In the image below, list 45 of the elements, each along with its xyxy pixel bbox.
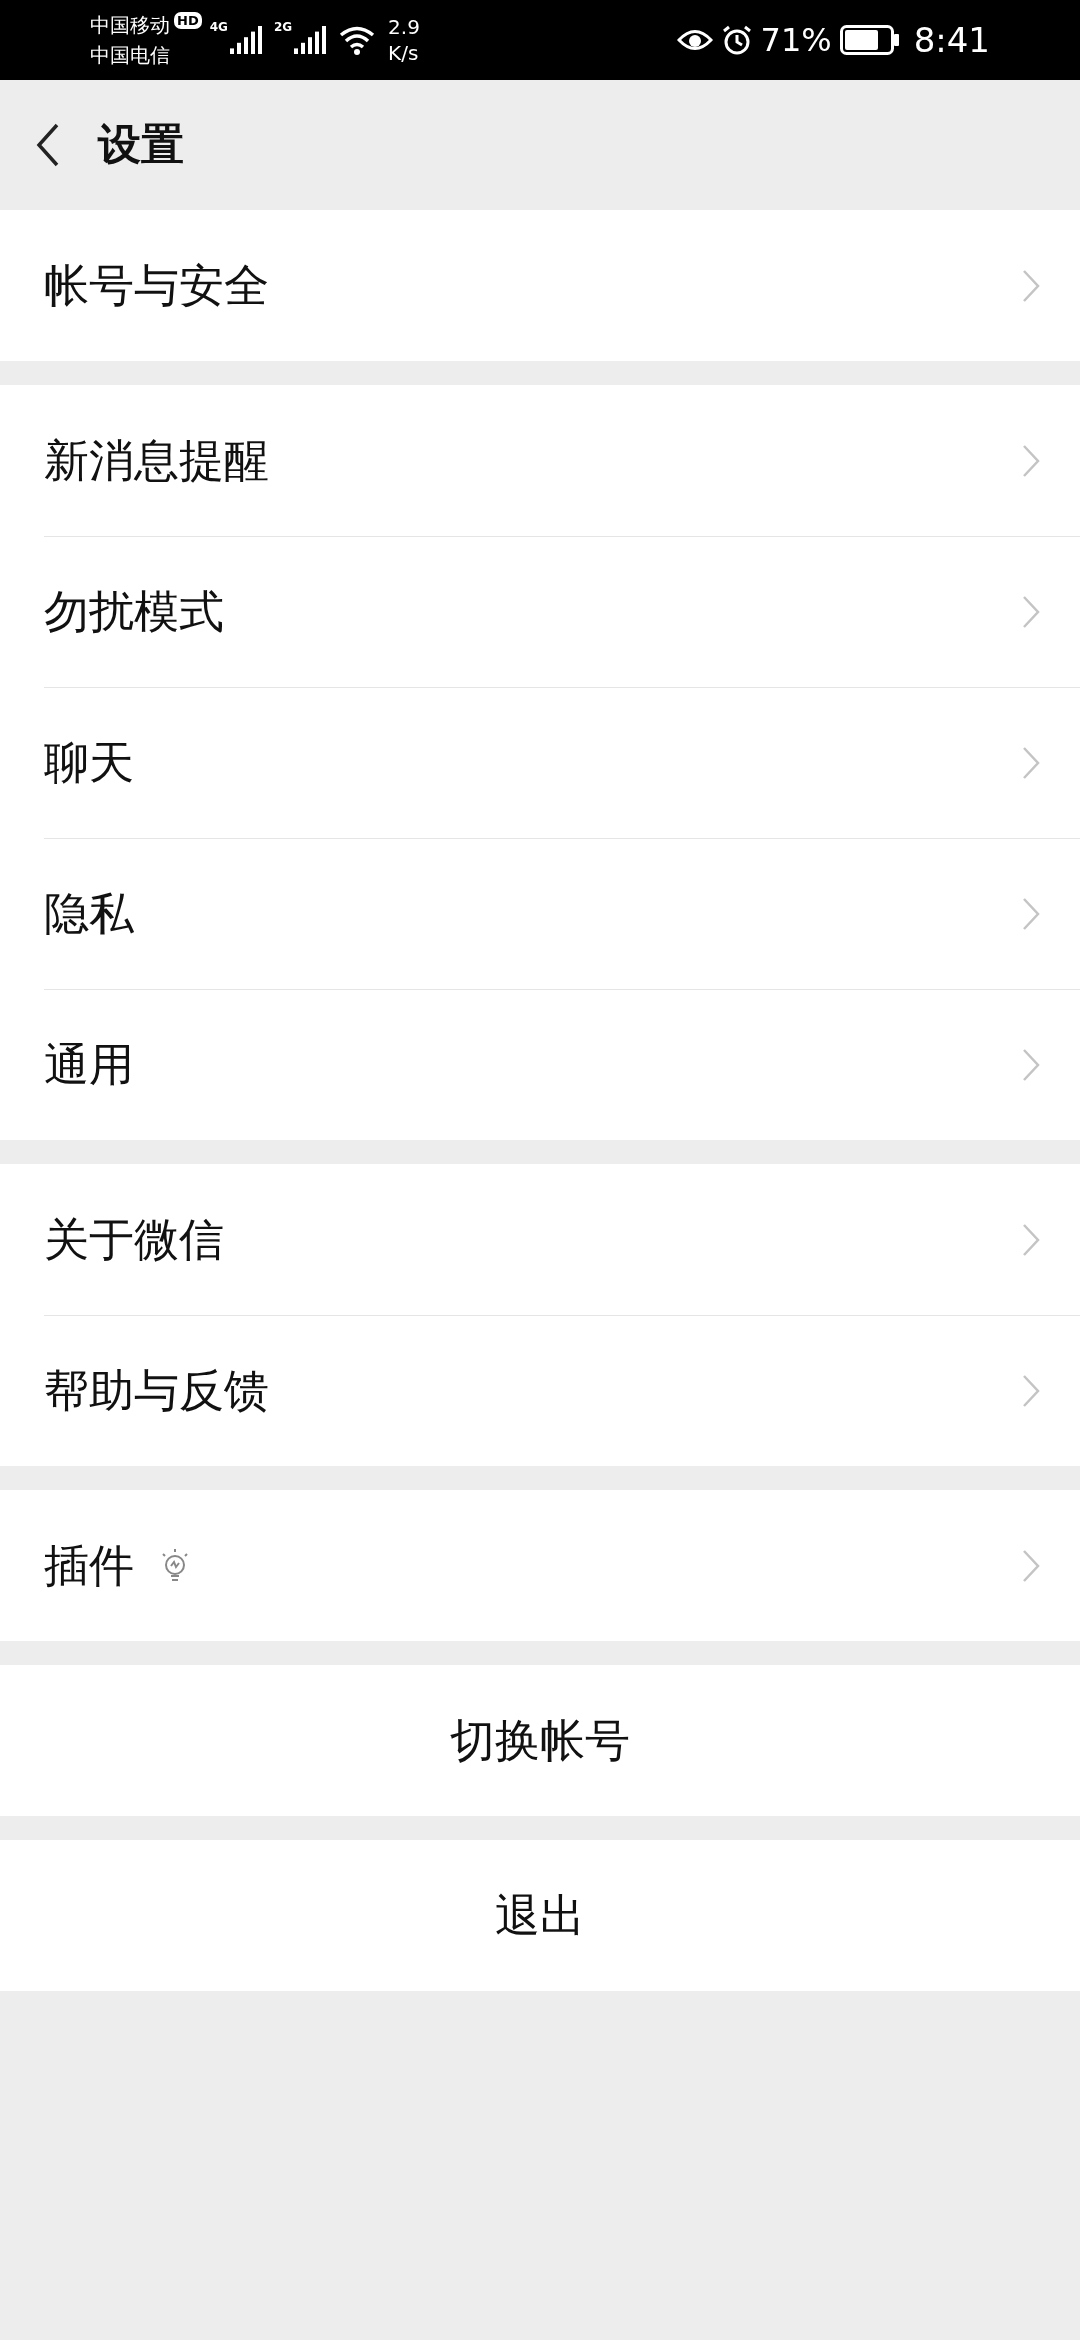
speed-value: 2.9 xyxy=(388,14,420,40)
chevron-right-icon xyxy=(1022,443,1040,478)
battery-icon xyxy=(839,25,900,55)
settings-item[interactable]: 新消息提醒 xyxy=(0,385,1080,536)
chevron-right-icon xyxy=(1022,1047,1040,1082)
chevron-right-icon xyxy=(1022,896,1040,931)
carrier-name: 中国移动 xyxy=(90,12,170,39)
hd-badge: HD xyxy=(174,12,202,29)
item-label: 聊天 xyxy=(44,734,134,791)
chevron-right-icon xyxy=(1022,268,1040,303)
page-title: 设置 xyxy=(98,118,184,171)
settings-item[interactable]: 通用 xyxy=(0,989,1080,1140)
settings-item[interactable]: 关于微信 xyxy=(0,1164,1080,1315)
back-icon[interactable] xyxy=(36,123,60,167)
settings-item[interactable]: 帐号与安全 xyxy=(0,210,1080,361)
item-label: 帮助与反馈 xyxy=(44,1362,269,1419)
clock-time: 8:41 xyxy=(913,20,990,60)
wifi-icon xyxy=(338,25,377,55)
settings-item[interactable]: 帮助与反馈 xyxy=(0,1315,1080,1466)
lightbulb-icon xyxy=(160,1547,190,1584)
alarm-icon xyxy=(720,24,753,56)
eye-icon xyxy=(676,27,713,53)
action-button[interactable]: 切换帐号 xyxy=(0,1665,1080,1816)
item-label: 勿扰模式 xyxy=(44,583,224,640)
item-label: 隐私 xyxy=(44,885,134,942)
item-label: 关于微信 xyxy=(44,1211,224,1268)
battery-percent: 71% xyxy=(760,21,832,59)
chevron-right-icon xyxy=(1022,745,1040,780)
settings-item[interactable]: 插件 xyxy=(0,1490,1080,1641)
action-button[interactable]: 退出 xyxy=(0,1840,1080,1991)
settings-item[interactable]: 勿扰模式 xyxy=(0,536,1080,687)
speed-unit: K/s xyxy=(388,40,420,66)
network-type: 4G xyxy=(209,20,228,34)
chevron-right-icon xyxy=(1022,594,1040,629)
chevron-right-icon xyxy=(1022,1373,1040,1408)
chevron-right-icon xyxy=(1022,1548,1040,1583)
item-label: 新消息提醒 xyxy=(44,432,269,489)
item-label: 帐号与安全 xyxy=(44,257,269,314)
chevron-right-icon xyxy=(1022,1222,1040,1257)
item-label: 通用 xyxy=(44,1036,134,1093)
network-type: 2G xyxy=(273,20,293,34)
settings-item[interactable]: 聊天 xyxy=(0,687,1080,838)
carrier-name: 中国电信 xyxy=(90,42,170,69)
settings-item[interactable]: 隐私 xyxy=(0,838,1080,989)
item-label: 插件 xyxy=(44,1537,134,1594)
